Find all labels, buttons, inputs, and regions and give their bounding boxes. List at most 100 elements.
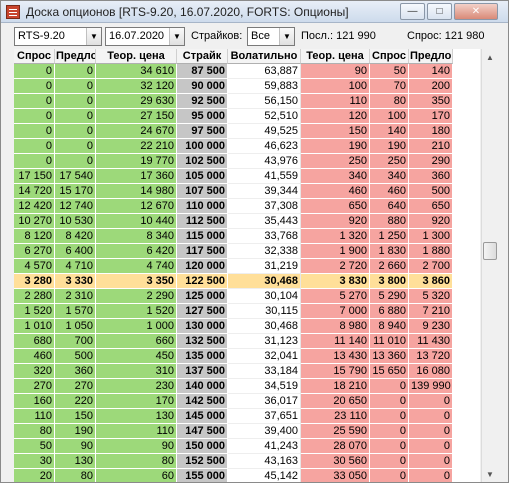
call-offer-cell[interactable]: 130 bbox=[55, 454, 96, 469]
table-row[interactable]: 17 150 17 540 17 360 105 000 41,559 340 340 360 bbox=[14, 169, 480, 184]
put-offer-cell[interactable]: 7 210 bbox=[409, 304, 453, 319]
volatility-cell[interactable]: 31,123 bbox=[228, 334, 301, 349]
put-offer-cell[interactable]: 0 bbox=[409, 469, 453, 482]
call-theor-price-cell[interactable]: 170 bbox=[96, 394, 177, 409]
put-offer-cell[interactable]: 0 bbox=[409, 394, 453, 409]
table-row[interactable]: 4 570 4 710 4 740 120 000 31,219 2 720 2 660 2 … bbox=[14, 259, 480, 274]
call-theor-price-cell[interactable]: 110 bbox=[96, 424, 177, 439]
call-offer-cell[interactable]: 0 bbox=[55, 64, 96, 79]
volatility-cell[interactable]: 30,468 bbox=[228, 319, 301, 334]
put-bid-cell[interactable]: 0 bbox=[370, 424, 409, 439]
strike-cell[interactable]: 152 500 bbox=[177, 454, 228, 469]
put-theor-price-cell[interactable]: 23 110 bbox=[301, 409, 370, 424]
call-bid-cell[interactable]: 460 bbox=[14, 349, 55, 364]
column-header-put-theor-price[interactable]: Теор. цена bbox=[301, 49, 370, 64]
call-offer-cell[interactable]: 12 740 bbox=[55, 199, 96, 214]
volatility-cell[interactable]: 34,519 bbox=[228, 379, 301, 394]
put-offer-cell[interactable]: 360 bbox=[409, 169, 453, 184]
volatility-cell[interactable]: 41,559 bbox=[228, 169, 301, 184]
volatility-cell[interactable]: 35,443 bbox=[228, 214, 301, 229]
call-theor-price-cell[interactable]: 17 360 bbox=[96, 169, 177, 184]
put-bid-cell[interactable]: 100 bbox=[370, 109, 409, 124]
put-theor-price-cell[interactable]: 3 830 bbox=[301, 274, 370, 289]
table-row[interactable]: 14 720 15 170 14 980 107 500 39,344 460 460 500 bbox=[14, 184, 480, 199]
put-theor-price-cell[interactable]: 1 320 bbox=[301, 229, 370, 244]
put-theor-price-cell[interactable]: 120 bbox=[301, 109, 370, 124]
put-theor-price-cell[interactable]: 11 140 bbox=[301, 334, 370, 349]
table-row-at-the-money[interactable]: 3 280 3 330 3 350 122 500 30,468 3 830 3 800 3 … bbox=[14, 274, 480, 289]
put-bid-cell[interactable]: 190 bbox=[370, 139, 409, 154]
volatility-cell[interactable]: 30,104 bbox=[228, 289, 301, 304]
table-row[interactable]: 1 010 1 050 1 000 130 000 30,468 8 980 8 940 9 … bbox=[14, 319, 480, 334]
put-bid-cell[interactable]: 13 360 bbox=[370, 349, 409, 364]
volatility-cell[interactable]: 30,115 bbox=[228, 304, 301, 319]
call-theor-price-cell[interactable]: 19 770 bbox=[96, 154, 177, 169]
put-bid-cell[interactable]: 0 bbox=[370, 454, 409, 469]
put-theor-price-cell[interactable]: 1 900 bbox=[301, 244, 370, 259]
strike-cell[interactable]: 145 000 bbox=[177, 409, 228, 424]
strike-cell[interactable]: 122 500 bbox=[177, 274, 228, 289]
call-bid-cell[interactable]: 0 bbox=[14, 64, 55, 79]
security-select[interactable]: RTS-9.20 ▼ bbox=[14, 27, 102, 46]
call-bid-cell[interactable]: 110 bbox=[14, 409, 55, 424]
put-bid-cell[interactable]: 640 bbox=[370, 199, 409, 214]
column-header-volatility[interactable]: Волатильно bbox=[228, 49, 301, 64]
call-bid-cell[interactable]: 160 bbox=[14, 394, 55, 409]
put-bid-cell[interactable]: 3 800 bbox=[370, 274, 409, 289]
strike-cell[interactable]: 105 000 bbox=[177, 169, 228, 184]
maximize-button[interactable]: □ bbox=[427, 3, 452, 20]
call-theor-price-cell[interactable]: 6 420 bbox=[96, 244, 177, 259]
call-theor-price-cell[interactable]: 12 670 bbox=[96, 199, 177, 214]
call-theor-price-cell[interactable]: 14 980 bbox=[96, 184, 177, 199]
call-offer-cell[interactable]: 17 540 bbox=[55, 169, 96, 184]
column-header-call-theor-price[interactable]: Теор. цена bbox=[96, 49, 177, 64]
call-bid-cell[interactable]: 1 520 bbox=[14, 304, 55, 319]
put-theor-price-cell[interactable]: 2 720 bbox=[301, 259, 370, 274]
scroll-up-icon[interactable]: ▲ bbox=[482, 49, 498, 66]
put-offer-cell[interactable]: 0 bbox=[409, 409, 453, 424]
table-row[interactable]: 12 420 12 740 12 670 110 000 37,308 650 640 650 bbox=[14, 199, 480, 214]
scroll-down-icon[interactable]: ▼ bbox=[482, 466, 498, 482]
volatility-cell[interactable]: 52,510 bbox=[228, 109, 301, 124]
call-theor-price-cell[interactable]: 450 bbox=[96, 349, 177, 364]
column-header-strike[interactable]: Страйк bbox=[177, 49, 228, 64]
call-bid-cell[interactable]: 0 bbox=[14, 109, 55, 124]
put-offer-cell[interactable]: 920 bbox=[409, 214, 453, 229]
call-offer-cell[interactable]: 6 400 bbox=[55, 244, 96, 259]
put-theor-price-cell[interactable]: 15 790 bbox=[301, 364, 370, 379]
put-theor-price-cell[interactable]: 340 bbox=[301, 169, 370, 184]
put-theor-price-cell[interactable]: 18 210 bbox=[301, 379, 370, 394]
call-theor-price-cell[interactable]: 60 bbox=[96, 469, 177, 482]
put-offer-cell[interactable]: 1 880 bbox=[409, 244, 453, 259]
volatility-cell[interactable]: 32,041 bbox=[228, 349, 301, 364]
call-theor-price-cell[interactable]: 27 150 bbox=[96, 109, 177, 124]
strike-cell[interactable]: 117 500 bbox=[177, 244, 228, 259]
strike-cell[interactable]: 150 000 bbox=[177, 439, 228, 454]
call-theor-price-cell[interactable]: 230 bbox=[96, 379, 177, 394]
put-offer-cell[interactable]: 11 430 bbox=[409, 334, 453, 349]
put-offer-cell[interactable]: 0 bbox=[409, 439, 453, 454]
call-offer-cell[interactable]: 10 530 bbox=[55, 214, 96, 229]
put-bid-cell[interactable]: 11 010 bbox=[370, 334, 409, 349]
call-offer-cell[interactable]: 360 bbox=[55, 364, 96, 379]
volatility-cell[interactable]: 43,163 bbox=[228, 454, 301, 469]
call-bid-cell[interactable]: 680 bbox=[14, 334, 55, 349]
put-bid-cell[interactable]: 0 bbox=[370, 469, 409, 482]
put-offer-cell[interactable]: 350 bbox=[409, 94, 453, 109]
table-row[interactable]: 0 0 27 150 95 000 52,510 120 100 170 bbox=[14, 109, 480, 124]
call-theor-price-cell[interactable]: 1 000 bbox=[96, 319, 177, 334]
volatility-cell[interactable]: 33,768 bbox=[228, 229, 301, 244]
put-theor-price-cell[interactable]: 90 bbox=[301, 64, 370, 79]
call-bid-cell[interactable]: 6 270 bbox=[14, 244, 55, 259]
put-theor-price-cell[interactable]: 8 980 bbox=[301, 319, 370, 334]
put-theor-price-cell[interactable]: 33 050 bbox=[301, 469, 370, 482]
put-bid-cell[interactable]: 140 bbox=[370, 124, 409, 139]
minimize-button[interactable]: — bbox=[400, 3, 425, 20]
strike-cell[interactable]: 87 500 bbox=[177, 64, 228, 79]
volatility-cell[interactable]: 49,525 bbox=[228, 124, 301, 139]
put-bid-cell[interactable]: 1 830 bbox=[370, 244, 409, 259]
chevron-down-icon[interactable]: ▼ bbox=[86, 28, 101, 45]
volatility-cell[interactable]: 30,468 bbox=[228, 274, 301, 289]
strike-cell[interactable]: 90 000 bbox=[177, 79, 228, 94]
put-offer-cell[interactable]: 16 080 bbox=[409, 364, 453, 379]
